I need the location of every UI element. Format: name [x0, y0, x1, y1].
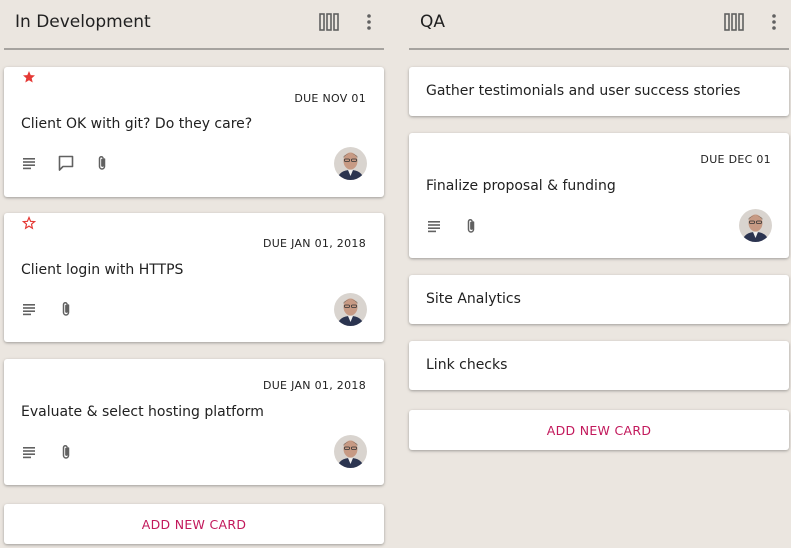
- attachment-icon: [462, 217, 480, 235]
- avatar[interactable]: [739, 209, 772, 242]
- column-header: In Development: [4, 0, 384, 50]
- avatar[interactable]: [334, 435, 367, 468]
- star-filled-icon[interactable]: [22, 70, 36, 84]
- description-icon: [21, 300, 39, 318]
- attachment-icon: [57, 443, 75, 461]
- card-title: Finalize proposal & funding: [426, 178, 616, 194]
- card-title: Gather testimonials and user success sto…: [426, 83, 741, 99]
- view-columns-icon[interactable]: [723, 11, 745, 33]
- card[interactable]: DUE JAN 01, 2018 Evaluate & select hosti…: [4, 359, 384, 485]
- card-title: Client OK with git? Do they care?: [21, 116, 253, 132]
- card[interactable]: DUE JAN 01, 2018 Client login with HTTPS: [4, 213, 384, 342]
- card[interactable]: DUE DEC 01 Finalize proposal & funding: [409, 133, 789, 258]
- attachment-icon: [93, 154, 111, 172]
- card[interactable]: DUE NOV 01 Client OK with git? Do they c…: [4, 67, 384, 197]
- card-title: Site Analytics: [426, 291, 521, 307]
- card[interactable]: Link checks: [409, 341, 789, 390]
- avatar[interactable]: [334, 147, 367, 180]
- star-outline-icon[interactable]: [22, 216, 36, 230]
- due-date: DUE DEC 01: [700, 153, 771, 166]
- description-icon: [21, 443, 39, 461]
- avatar[interactable]: [334, 293, 367, 326]
- view-columns-icon[interactable]: [318, 11, 340, 33]
- add-new-card-button[interactable]: ADD NEW CARD: [4, 504, 384, 544]
- description-icon: [426, 217, 444, 235]
- column-title: QA: [420, 12, 446, 32]
- due-date: DUE NOV 01: [294, 92, 366, 105]
- due-date: DUE JAN 01, 2018: [262, 237, 366, 250]
- due-date: DUE JAN 01, 2018: [262, 379, 366, 392]
- more-vert-icon[interactable]: [767, 11, 781, 33]
- add-new-card-button[interactable]: ADD NEW CARD: [409, 410, 789, 450]
- card-title: Client login with HTTPS: [21, 262, 184, 278]
- comment-icon: [57, 154, 75, 172]
- card-title: Evaluate & select hosting platform: [21, 404, 264, 420]
- more-vert-icon[interactable]: [362, 11, 376, 33]
- column-qa: QA Gather testimonials and user success …: [409, 0, 789, 450]
- description-icon: [21, 154, 39, 172]
- attachment-icon: [57, 300, 75, 318]
- card[interactable]: Site Analytics: [409, 275, 789, 324]
- column-title: In Development: [15, 12, 151, 32]
- card-title: Link checks: [426, 357, 508, 373]
- column-in-development: In Development DUE NOV 01 Client OK with…: [4, 0, 384, 544]
- column-header: QA: [409, 0, 789, 50]
- card[interactable]: Gather testimonials and user success sto…: [409, 67, 789, 116]
